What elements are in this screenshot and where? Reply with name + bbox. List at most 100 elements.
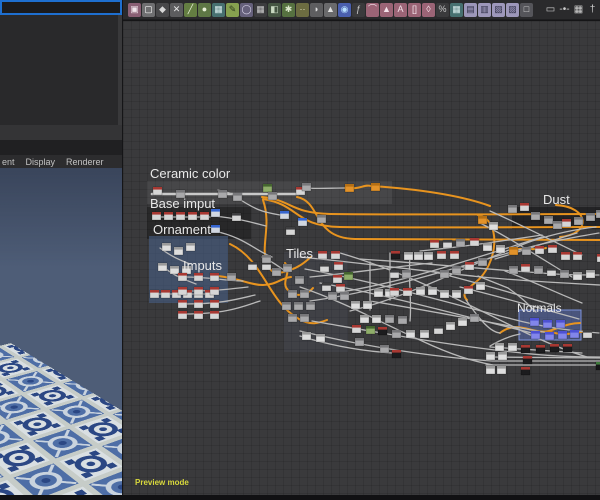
frame-label[interactable]: Ornament <box>153 222 211 237</box>
graph-node-header <box>560 270 569 273</box>
graph-node-header <box>547 268 556 271</box>
text-tool-icon[interactable]: A <box>394 2 407 17</box>
graph-node-header <box>553 221 562 224</box>
graph-node-header <box>300 290 309 293</box>
graph-node-header <box>152 212 161 215</box>
graph-node-header <box>363 301 372 304</box>
graph-node-header <box>558 331 567 334</box>
graph-node-header <box>416 287 425 290</box>
pencil-node-icon[interactable]: ✎ <box>226 2 239 17</box>
preview-mode-status: Preview mode <box>135 478 189 487</box>
graph-node-header <box>496 245 505 248</box>
layout-b-icon[interactable]: ▥ <box>478 2 491 17</box>
2d-view-panel[interactable] <box>0 15 122 125</box>
bottom-edge-strip <box>0 495 600 500</box>
gradient-node-icon[interactable]: ▲ <box>380 2 393 17</box>
graph-node-header <box>232 213 241 216</box>
graph-node-header <box>391 251 400 254</box>
graph-node-header <box>545 332 554 335</box>
graph-node-header <box>523 356 532 359</box>
graph-node-header <box>334 262 343 265</box>
frame-label[interactable]: Imputs <box>183 258 223 273</box>
graph-node-header <box>495 343 504 346</box>
graph-node-header <box>458 318 467 321</box>
frame-node-icon[interactable]: □ <box>520 2 533 17</box>
svg-node-icon[interactable]: ◆ <box>156 2 169 17</box>
function-node-icon[interactable]: ƒ <box>352 2 365 17</box>
graph-node-header <box>596 210 600 213</box>
transform-node-icon[interactable]: ▦ <box>212 2 225 17</box>
layout-d-icon[interactable]: ▨ <box>506 2 519 17</box>
crop-tool-icon[interactable]: [] <box>408 2 421 17</box>
frame-label[interactable]: Ceramic color <box>150 166 231 181</box>
graph-svg-layer: Ceramic color Base imput Ornament Imputs Til… <box>147 166 600 376</box>
graph-node-header <box>544 216 553 219</box>
frame-label[interactable]: Dust <box>543 192 570 207</box>
layout-c-icon[interactable]: ▧ <box>492 2 505 17</box>
fill-bucket-icon[interactable]: ◊ <box>422 2 435 17</box>
graph-node-header <box>561 252 570 255</box>
graph-node-header <box>302 332 311 335</box>
node-graph-canvas[interactable]: Ceramic color Base imput Ornament Imputs Til… <box>123 21 600 495</box>
pin-icon[interactable]: † <box>586 3 599 17</box>
comment-icon[interactable]: ▭ <box>544 3 557 17</box>
focused-input-box[interactable] <box>0 0 122 15</box>
text-node-icon[interactable]: ▢ <box>142 2 155 17</box>
toolbar-icon-group: ▣ ▢ ◆ ✕ ╱ ● ▦ ✎ ◯ ▦ ◧ ✱ ·· ◗ ▲ ◉ ƒ ⌒ ▲ A[] ◊% ▦ ▤ ▥ ▧ ▨ □ <box>128 2 534 17</box>
shape-node-icon[interactable]: ◯ <box>240 2 253 17</box>
graph-node-header <box>586 270 595 273</box>
slope-blur-icon[interactable]: ╱ <box>184 2 197 17</box>
layout-a-icon[interactable]: ▤ <box>464 2 477 17</box>
graph-node-header <box>351 301 360 304</box>
graph-node-header <box>298 218 307 221</box>
cube-3d-icon[interactable]: ◧ <box>268 2 281 17</box>
image-node-icon[interactable]: ▣ <box>128 2 141 17</box>
frame-label[interactable]: Normals <box>517 301 562 315</box>
graph-node-header <box>272 268 281 271</box>
graph-node-header <box>434 326 443 329</box>
graph-node-header <box>521 345 530 348</box>
graph-node-header <box>374 289 383 292</box>
graph-node-header <box>153 187 162 190</box>
graph-node-header <box>414 252 423 255</box>
graph-node-header <box>428 287 437 290</box>
graph-node-header <box>262 255 271 258</box>
graph-node-header <box>424 252 433 255</box>
graph-node-header <box>194 273 203 276</box>
graph-node-header <box>470 238 479 241</box>
graph-node-header <box>355 338 364 341</box>
graph-node-header <box>570 330 579 333</box>
link-node-icon[interactable]: -•- <box>558 3 571 17</box>
frame-label[interactable]: Base imput <box>150 196 215 211</box>
menu-item-renderer[interactable]: Renderer <box>66 157 104 167</box>
blur-node-icon[interactable]: ● <box>198 2 211 17</box>
graph-node-header <box>450 251 459 254</box>
cone-node-icon[interactable]: ▲ <box>324 2 337 17</box>
trim-node-icon[interactable]: ✕ <box>170 2 183 17</box>
graph-node-header <box>331 251 340 254</box>
splatter-node-icon[interactable]: ✱ <box>282 2 295 17</box>
menu-item-ent[interactable]: ent <box>2 157 15 167</box>
graph-node-header <box>280 211 289 214</box>
normal-color-icon[interactable]: ◉ <box>338 2 351 17</box>
graph-node-header <box>372 315 381 318</box>
pattern-grid-icon[interactable]: ▦ <box>450 2 463 17</box>
curve-node-icon[interactable]: ⌒ <box>366 2 379 17</box>
sphere-node-icon[interactable]: ◗ <box>310 2 323 17</box>
image-frame-icon[interactable]: ▦ <box>572 3 585 17</box>
graph-node-header <box>390 270 399 273</box>
tile-generator-icon[interactable]: ▦ <box>254 2 267 17</box>
graph-node-header <box>478 216 487 219</box>
left-panel-column: ent Display Renderer <box>0 0 122 500</box>
graph-node-header <box>403 288 412 291</box>
dots-node-icon[interactable]: ·· <box>296 2 309 17</box>
menu-item-display[interactable]: Display <box>26 157 56 167</box>
3d-viewport[interactable] <box>0 168 122 495</box>
graph-node-header <box>218 190 227 193</box>
graph-node-header <box>268 192 277 195</box>
graph-node-header <box>176 212 185 215</box>
graph-node-header <box>161 290 170 293</box>
frame-label[interactable]: Tiles <box>286 246 313 261</box>
percent-node-icon[interactable]: % <box>436 2 449 17</box>
graph-node-header <box>509 266 518 269</box>
